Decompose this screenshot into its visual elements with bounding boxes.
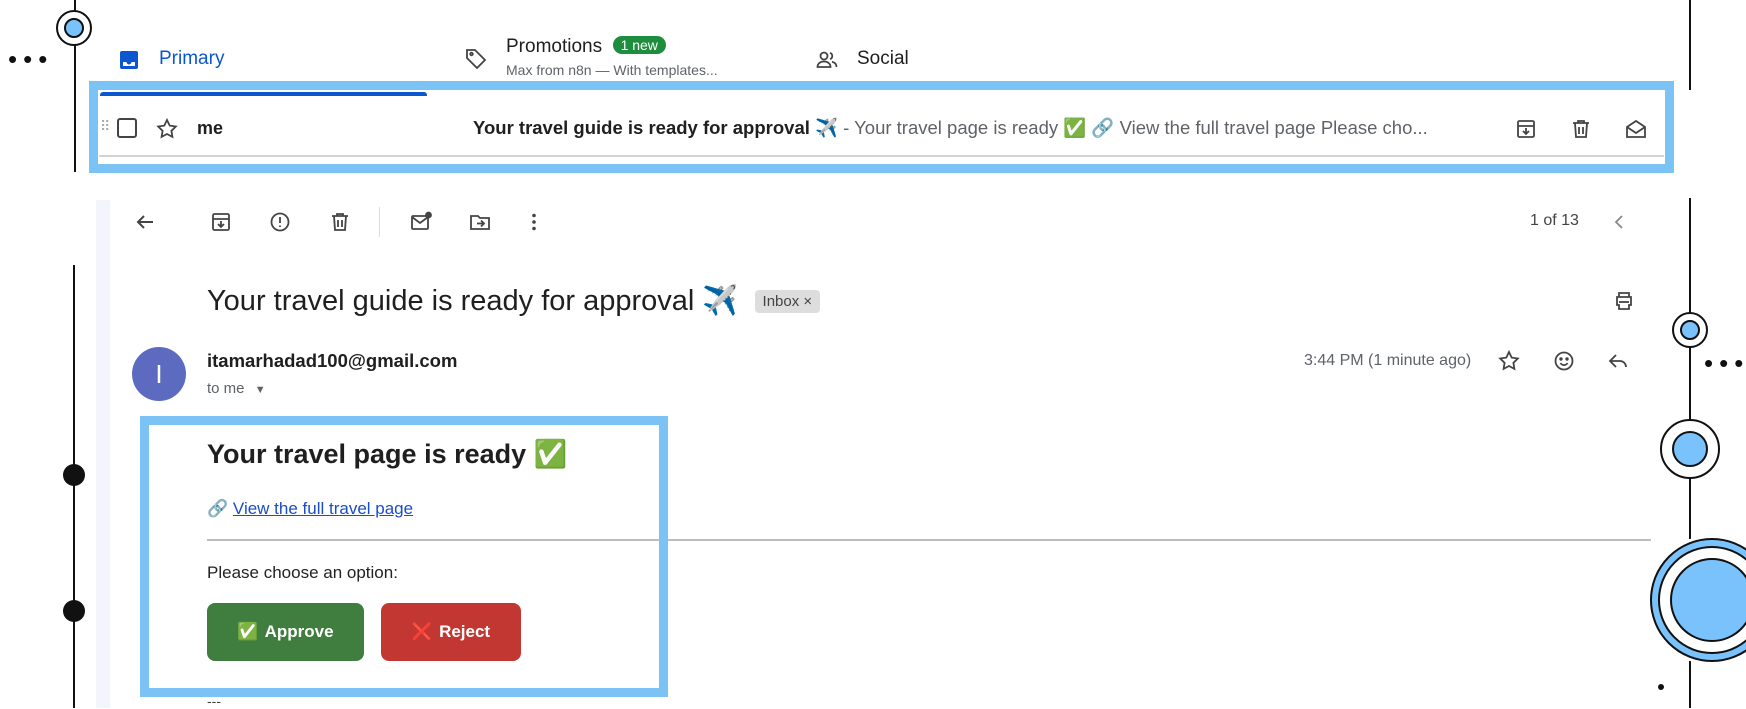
email-subject: Your travel guide is ready for approval … xyxy=(207,284,821,318)
people-icon xyxy=(815,48,839,72)
recipient-label: to me xyxy=(207,380,245,397)
move-to-icon[interactable] xyxy=(468,210,492,234)
chevron-left-icon[interactable] xyxy=(1607,210,1631,234)
recipient-dropdown[interactable]: to me ▼ xyxy=(207,380,266,397)
promotions-preview: Max from n8n — With templates... xyxy=(506,62,718,78)
toolbar-separator xyxy=(379,207,380,237)
decorative-dot-left-1 xyxy=(63,464,85,486)
more-vert-icon[interactable] xyxy=(522,210,546,234)
decorative-dots-left: ••• xyxy=(8,44,54,74)
decorative-line-left xyxy=(73,265,75,708)
highlight-frame-email-row xyxy=(89,81,1674,173)
back-icon[interactable] xyxy=(133,210,157,234)
tab-social[interactable]: Social xyxy=(815,48,909,72)
message-count: 1 of 13 xyxy=(1530,212,1579,229)
archive-icon[interactable] xyxy=(209,210,233,234)
timestamp: 3:44 PM (1 minute ago) xyxy=(1304,352,1472,369)
avatar[interactable]: I xyxy=(132,347,186,401)
decorative-ring-right-medium xyxy=(1660,419,1720,479)
decorative-dot-left-2 xyxy=(63,600,85,622)
star-icon[interactable] xyxy=(1497,349,1521,373)
chevron-down-icon: ▼ xyxy=(254,384,266,396)
report-spam-icon[interactable] xyxy=(268,210,292,234)
inbox-icon xyxy=(117,48,141,72)
email-subject-text: Your travel guide is ready for approval … xyxy=(207,285,739,317)
decorative-ring-top-left xyxy=(56,10,92,46)
emoji-icon[interactable] xyxy=(1552,349,1576,373)
reply-icon[interactable] xyxy=(1606,349,1630,373)
tab-social-label: Social xyxy=(857,48,909,69)
sender-email[interactable]: itamarhadad100@gmail.com xyxy=(207,350,457,372)
decorative-dots-right: ••• xyxy=(1704,348,1746,378)
decorative-ring-right-large xyxy=(1650,538,1746,662)
tag-icon xyxy=(464,46,488,70)
trash-icon[interactable] xyxy=(328,210,352,234)
inbox-label-chip[interactable]: Inbox × xyxy=(754,289,821,313)
tab-promotions-label: Promotions xyxy=(506,36,603,57)
tab-promotions[interactable]: Promotions 1 new Max from n8n — With tem… xyxy=(464,36,718,78)
print-icon[interactable] xyxy=(1612,289,1636,313)
decorative-line-top-right xyxy=(1689,0,1691,90)
new-count-badge: 1 new xyxy=(612,36,666,54)
highlight-frame-message-body xyxy=(140,416,668,697)
decorative-dot-right-bottom xyxy=(1658,684,1664,690)
decorative-ring-right-small xyxy=(1672,312,1708,348)
snooze-mail-icon[interactable] xyxy=(409,210,433,234)
viewer-side-strip xyxy=(96,200,110,708)
tab-primary-label: Primary xyxy=(159,48,225,69)
tab-primary[interactable]: Primary xyxy=(117,48,224,72)
